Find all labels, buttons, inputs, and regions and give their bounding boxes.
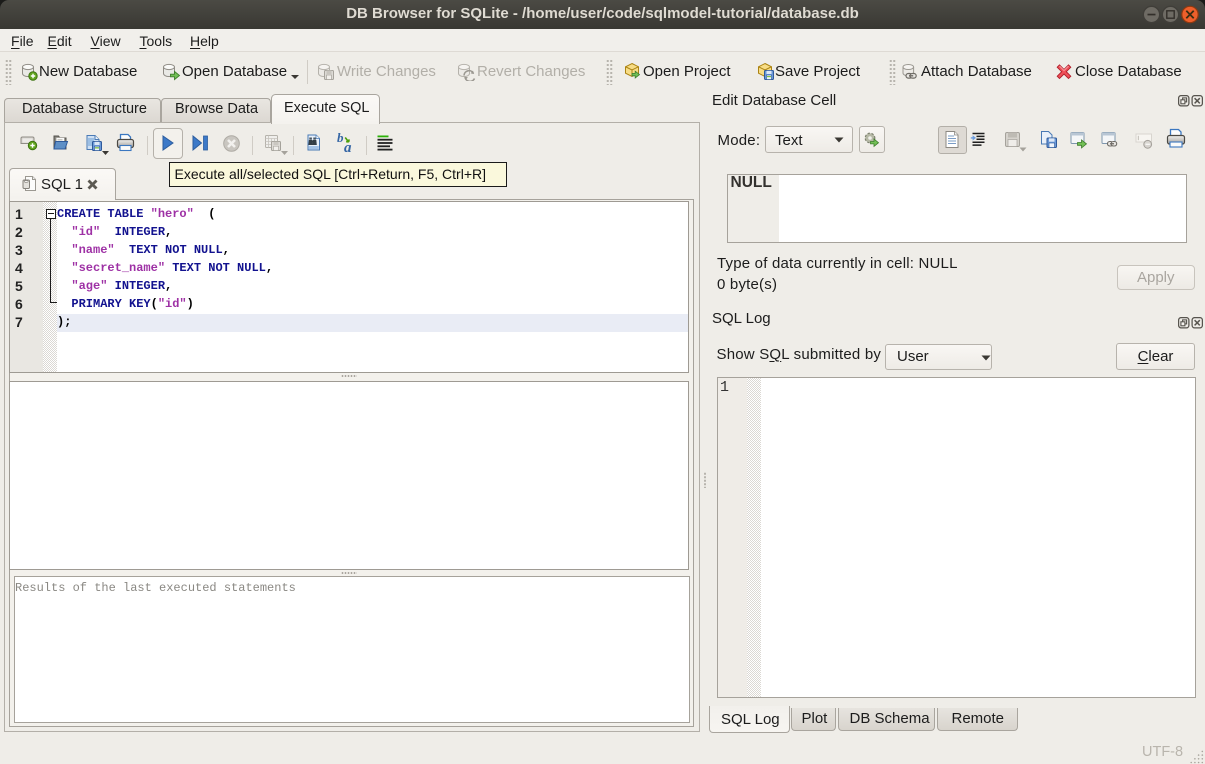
svg-text:b: b: [337, 131, 344, 145]
